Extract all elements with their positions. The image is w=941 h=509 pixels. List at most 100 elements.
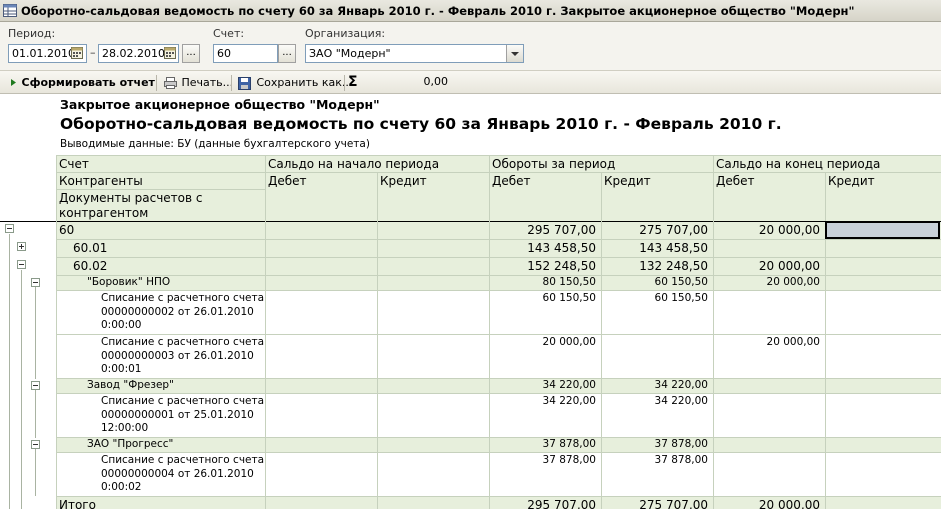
tree-line: [35, 286, 36, 379]
chevron-down-icon: [511, 52, 519, 56]
collapse-icon[interactable]: [31, 440, 40, 449]
document-name-line: Списание с расчетного счета: [101, 336, 265, 348]
title-bar: Оборотно-сальдовая ведомость по счету 60…: [0, 0, 941, 22]
header-credit: Кредит: [380, 174, 427, 188]
header-debit: Дебет: [492, 174, 531, 188]
report-window: Оборотно-сальдовая ведомость по счету 60…: [0, 0, 941, 509]
amount-cell: 275 707,00: [639, 498, 708, 509]
document-name-line: Списание с расчетного счета: [101, 395, 265, 407]
account-select-button[interactable]: ...: [278, 44, 296, 63]
amount-cell: 20 000,00: [758, 223, 820, 237]
header-credit: Кредит: [604, 174, 651, 188]
tree-line: [35, 448, 36, 496]
report-spreadsheet[interactable]: Закрытое акционерное общество "Модерн" Об…: [0, 94, 941, 509]
account-label: Счет:: [213, 27, 245, 40]
grid-line: [56, 452, 941, 453]
total-label: Итого: [59, 498, 96, 509]
amount-cell: 20 000,00: [766, 336, 820, 348]
grid-line: [601, 172, 602, 509]
amount-cell: 60 150,50: [654, 276, 708, 288]
document-name-line: 0:00:02: [101, 481, 142, 493]
counterparty-name: "Боровик" НПО: [87, 276, 171, 288]
document-name-line: 12:00:00: [101, 422, 149, 434]
amount-cell: 80 150,50: [542, 276, 596, 288]
print-label: Печать...: [181, 76, 234, 89]
window-title: Оборотно-сальдовая ведомость по счету 60…: [21, 4, 855, 18]
date-from-value: 01.01.2010: [12, 47, 75, 60]
collapse-icon[interactable]: [31, 278, 40, 287]
report-org-name: Закрытое акционерное общество "Модерн": [60, 97, 380, 112]
header-closing-balance: Сальдо на конец периода: [716, 157, 881, 171]
document-name: Списание с расчетного счета 00000000004 о…: [101, 454, 264, 495]
tree-line: [9, 234, 10, 509]
header-debit: Дебет: [268, 174, 307, 188]
account-field[interactable]: 60: [213, 44, 278, 63]
calendar-icon[interactable]: [70, 45, 84, 61]
grid-line: [56, 155, 57, 509]
amount-cell: 34 220,00: [654, 379, 708, 391]
printer-icon: [164, 77, 177, 89]
organization-select[interactable]: ЗАО "Модерн": [305, 44, 524, 63]
report-output-data: Выводимые данные: БУ (данные бухгалтерск…: [60, 138, 370, 150]
amount-cell: 60 150,50: [542, 292, 596, 304]
collapse-icon[interactable]: [17, 260, 26, 269]
account-name: 60.01: [73, 241, 108, 255]
amount-cell: 34 220,00: [542, 379, 596, 391]
selected-cell[interactable]: [825, 221, 940, 239]
header-debit: Дебет: [716, 174, 755, 188]
amount-cell: 20 000,00: [766, 276, 820, 288]
generate-report-button[interactable]: Сформировать отчет: [8, 74, 155, 91]
header-account: Счет: [59, 157, 89, 171]
grid-line: [56, 189, 265, 190]
amount-cell: 37 878,00: [542, 454, 596, 466]
organization-value: ЗАО "Модерн": [309, 47, 391, 60]
header-turnover: Обороты за период: [492, 157, 616, 171]
amount-cell: 275 707,00: [639, 223, 708, 237]
toolbar-separator: [344, 75, 345, 91]
account-name: 60.02: [73, 259, 108, 273]
collapse-icon[interactable]: [5, 224, 14, 233]
grid-line: [56, 290, 941, 291]
organization-label: Организация:: [305, 27, 386, 40]
generate-report-label: Сформировать отчет: [21, 76, 155, 89]
tree-line: [21, 270, 22, 509]
amount-cell: 143 458,50: [527, 241, 596, 255]
organization-dropdown-button[interactable]: [506, 45, 523, 62]
counterparty-name: ЗАО "Прогресс": [87, 438, 174, 450]
grid-line: [56, 155, 941, 156]
report-table-icon: [3, 4, 17, 17]
amount-cell: 37 878,00: [542, 438, 596, 450]
amount-cell: 295 707,00: [527, 223, 596, 237]
period-label: Период:: [8, 27, 56, 40]
document-name-line: Списание с расчетного счета: [101, 454, 265, 466]
tree-line: [35, 389, 36, 438]
parameters-panel: Период: 01.01.2010 – 28.02.2010 ... Счет…: [0, 22, 941, 70]
document-name-line: 00000000002 от 26.01.2010: [101, 305, 254, 318]
document-name-line: 00000000003 от 26.01.2010: [101, 349, 254, 362]
document-name-line: 0:00:01: [101, 363, 142, 375]
amount-cell: 34 220,00: [542, 395, 596, 407]
header-documents: Документы расчетов с контрагентом: [59, 191, 203, 220]
grid-line: [713, 155, 714, 509]
document-name: Списание с расчетного счета 00000000001 о…: [101, 395, 264, 436]
period-select-button[interactable]: ...: [182, 44, 200, 63]
document-name-line: Списание с расчетного счета: [101, 292, 265, 304]
amount-cell: 152 248,50: [527, 259, 596, 273]
amount-cell: 20 000,00: [758, 498, 820, 509]
amount-cell: 295 707,00: [527, 498, 596, 509]
toolbar-separator: [156, 75, 157, 91]
save-as-button[interactable]: Сохранить как...: [237, 74, 352, 91]
print-button[interactable]: Печать...: [163, 74, 233, 91]
amount-cell: 132 248,50: [639, 259, 708, 273]
collapse-icon[interactable]: [31, 381, 40, 390]
sum-value: 0,00: [423, 75, 449, 88]
header-counterparties: Контрагенты: [59, 174, 143, 188]
command-bar: Сформировать отчет Печать... Сохранить к…: [0, 70, 941, 94]
floppy-disk-icon: [238, 77, 251, 90]
account-name: 60: [59, 223, 75, 237]
amount-cell: 37 878,00: [654, 454, 708, 466]
header-opening-balance: Сальдо на начало периода: [268, 157, 440, 171]
expand-icon[interactable]: [17, 242, 26, 251]
calendar-icon[interactable]: [163, 45, 177, 61]
grid-line: [56, 393, 941, 394]
